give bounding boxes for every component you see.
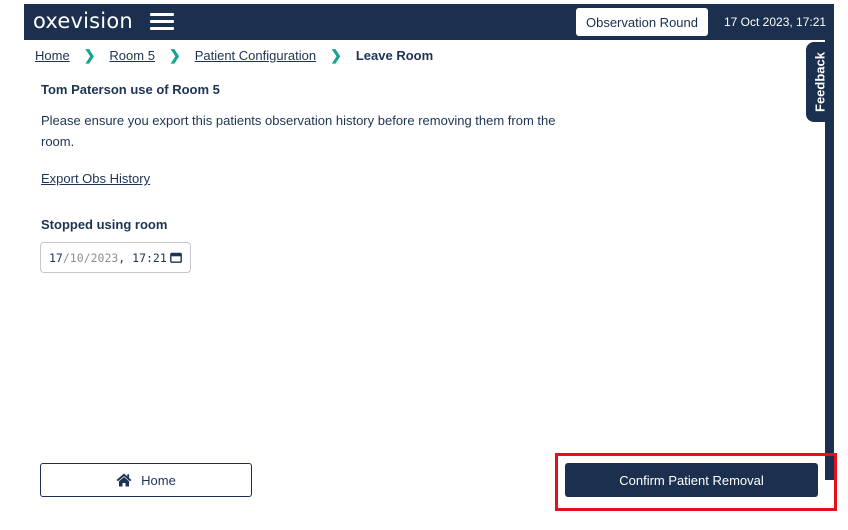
breadcrumb-home[interactable]: Home — [35, 48, 70, 63]
observation-round-button[interactable]: Observation Round — [576, 8, 708, 36]
confirm-patient-removal-button[interactable]: Confirm Patient Removal — [565, 463, 818, 497]
chevron-right-icon: ❯ — [83, 47, 96, 63]
breadcrumb-patient-configuration[interactable]: Patient Configuration — [195, 48, 316, 63]
date-separator: / — [83, 250, 91, 265]
stopped-using-room-label: Stopped using room — [41, 217, 168, 232]
breadcrumb-room[interactable]: Room 5 — [109, 48, 155, 63]
feedback-tab[interactable]: Feedback — [806, 42, 834, 122]
export-obs-history-link[interactable]: Export Obs History — [41, 171, 150, 186]
top-app-bar: oxevision Observation Round 17 Oct 2023,… — [24, 4, 834, 40]
breadcrumb: Home ❯ Room 5 ❯ Patient Configuration ❯ … — [35, 47, 433, 64]
hamburger-menu-icon[interactable] — [150, 13, 174, 31]
date-year[interactable]: 2023 — [91, 251, 119, 265]
home-button-label: Home — [141, 472, 176, 488]
home-icon — [116, 473, 132, 487]
export-info-text: Please ensure you export this patients o… — [41, 113, 556, 149]
home-button[interactable]: Home — [40, 463, 252, 497]
page-heading: Tom Paterson use of Room 5 — [41, 82, 220, 97]
date-time[interactable]: 17:21 — [132, 251, 167, 265]
breadcrumb-current: Leave Room — [355, 48, 434, 63]
header-datetime: 17 Oct 2023, 17:21 — [724, 15, 827, 29]
feedback-label: Feedback — [812, 52, 828, 112]
chevron-right-icon: ❯ — [330, 47, 342, 63]
date-day[interactable]: 17 — [49, 251, 63, 265]
stopped-datetime-input[interactable]: 17/10/2023, 17:21 — [40, 242, 191, 273]
chevron-right-icon: ❯ — [168, 47, 181, 63]
date-separator: / — [62, 250, 70, 265]
date-comma: , — [118, 250, 133, 265]
app-logo: oxevision — [33, 9, 133, 33]
calendar-icon[interactable] — [170, 252, 182, 263]
date-month[interactable]: 10 — [70, 251, 84, 265]
